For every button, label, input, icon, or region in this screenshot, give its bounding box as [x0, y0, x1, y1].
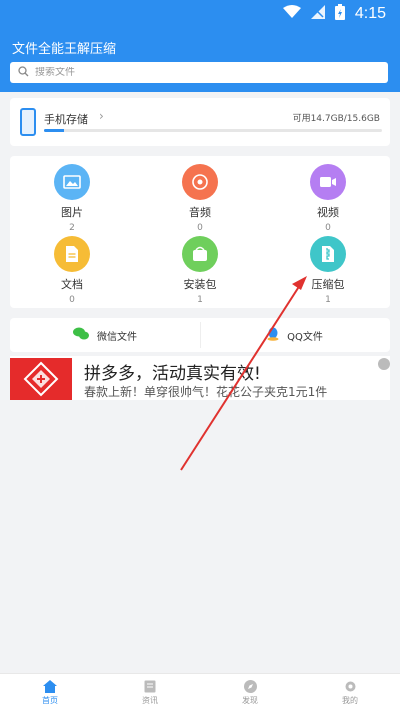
category-images[interactable]: 图片 2	[22, 164, 122, 233]
status-bar: 4:15	[0, 0, 400, 28]
category-label: 音频	[189, 206, 211, 219]
category-grid: 图片 2 音频 0 视频 0 文档 0 安装包 1 压缩包 1	[10, 156, 390, 308]
category-count: 0	[197, 223, 203, 233]
category-label: 视频	[317, 206, 339, 219]
category-count: 0	[69, 295, 75, 305]
nav-home[interactable]: 首页	[0, 674, 100, 711]
category-count: 1	[325, 295, 331, 305]
compass-icon	[243, 679, 257, 693]
qq-files-label: QQ文件	[287, 331, 323, 343]
nav-label: 发现	[242, 695, 258, 705]
music-icon	[182, 164, 218, 200]
qq-icon	[267, 327, 279, 344]
app-bar: 文件全能王解压缩	[0, 28, 400, 92]
ad-close-icon[interactable]	[378, 358, 390, 370]
video-icon	[310, 164, 346, 200]
news-icon	[144, 680, 156, 692]
search-input[interactable]	[35, 67, 335, 78]
category-count: 2	[69, 223, 75, 233]
category-label: 压缩包	[311, 278, 345, 291]
qq-files-button[interactable]: QQ文件	[200, 318, 390, 352]
image-icon	[54, 164, 90, 200]
storage-progress-bar	[44, 129, 382, 132]
nav-profile[interactable]: 我的	[300, 674, 400, 711]
bottom-navigation: 首页 资讯 发现 我的	[0, 673, 400, 711]
app-title: 文件全能王解压缩	[12, 42, 117, 57]
battery-icon	[334, 4, 345, 24]
search-icon	[18, 65, 29, 80]
home-icon	[43, 679, 57, 693]
storage-label: 手机存储	[44, 113, 88, 126]
zip-icon	[310, 236, 346, 272]
search-box[interactable]	[10, 62, 388, 83]
clock: 4:15	[354, 5, 386, 22]
category-audio[interactable]: 音频 0	[150, 164, 250, 233]
category-count: 0	[325, 223, 331, 233]
category-apk[interactable]: 安装包 1	[150, 236, 250, 305]
storage-progress-fill	[44, 129, 65, 132]
phone-storage-card[interactable]: 手机存储 › 可用14.7GB/15.6GB	[10, 98, 390, 146]
category-archives[interactable]: 压缩包 1	[278, 236, 378, 305]
wechat-files-button[interactable]: 微信文件	[10, 318, 200, 352]
category-documents[interactable]: 文档 0	[22, 236, 122, 305]
source-shortcuts: 微信文件 QQ文件	[10, 318, 390, 352]
chevron-right-icon: ›	[99, 109, 104, 123]
category-label: 安装包	[183, 278, 217, 291]
ad-banner[interactable]: 拼多多，活动真实有效! 春款上新！单穿很帅气！花花公子夹克1元1件	[10, 356, 390, 400]
storage-available: 可用14.7GB/15.6GB	[292, 114, 380, 124]
ad-subtitle: 春款上新！单穿很帅气！花花公子夹克1元1件	[84, 385, 328, 399]
wifi-icon	[282, 5, 301, 23]
wechat-icon	[73, 327, 89, 343]
nav-label: 我的	[342, 695, 358, 705]
ad-title: 拼多多，活动真实有效!	[84, 364, 261, 384]
category-label: 文档	[61, 278, 83, 291]
document-icon	[54, 236, 90, 272]
nav-news[interactable]: 资讯	[100, 674, 200, 711]
signal-icon	[310, 5, 325, 23]
nav-label: 资讯	[142, 695, 158, 705]
wechat-files-label: 微信文件	[97, 331, 137, 343]
gear-icon	[345, 681, 355, 691]
category-count: 1	[197, 295, 203, 305]
nav-discover[interactable]: 发现	[200, 674, 300, 711]
category-label: 图片	[61, 206, 83, 219]
pinduoduo-logo	[10, 358, 72, 400]
package-icon	[182, 236, 218, 272]
category-video[interactable]: 视频 0	[278, 164, 378, 233]
phone-icon	[20, 108, 36, 136]
nav-label: 首页	[42, 695, 58, 705]
